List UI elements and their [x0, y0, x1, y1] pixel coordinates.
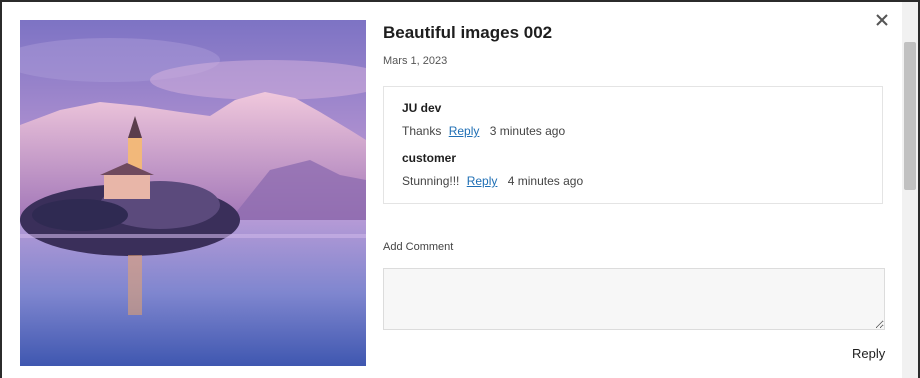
- post-date: Mars 1, 2023: [383, 55, 448, 67]
- close-icon[interactable]: [874, 12, 890, 28]
- image-comment-modal: Beautiful images 002 Mars 1, 2023 JU dev…: [2, 2, 902, 378]
- comment-body: Thanks Reply 3 minutes ago: [402, 124, 565, 138]
- scrollbar[interactable]: [902, 2, 918, 378]
- comment-text: Thanks: [402, 124, 442, 138]
- comment-item: JU dev Thanks Reply 3 minutes ago: [402, 101, 565, 138]
- reply-link[interactable]: Reply: [449, 124, 480, 138]
- reply-button[interactable]: Reply: [852, 346, 885, 361]
- comment-list: JU dev Thanks Reply 3 minutes ago custom…: [383, 86, 883, 204]
- comment-author: JU dev: [402, 101, 442, 115]
- comment-body: Stunning!!! Reply 4 minutes ago: [402, 174, 583, 188]
- scrollbar-thumb[interactable]: [904, 42, 916, 190]
- add-comment-label: Add Comment: [383, 241, 454, 253]
- comment-author: customer: [402, 151, 457, 165]
- comment-text: Stunning!!!: [402, 174, 460, 188]
- comment-item: customer Stunning!!! Reply 4 minutes ago: [402, 151, 583, 188]
- post-image: [20, 20, 366, 366]
- comment-time: 3 minutes ago: [489, 124, 566, 138]
- post-title: Beautiful images 002: [383, 23, 553, 42]
- reply-link[interactable]: Reply: [467, 174, 498, 188]
- comment-time: 4 minutes ago: [507, 174, 584, 188]
- comment-textarea[interactable]: [383, 268, 885, 330]
